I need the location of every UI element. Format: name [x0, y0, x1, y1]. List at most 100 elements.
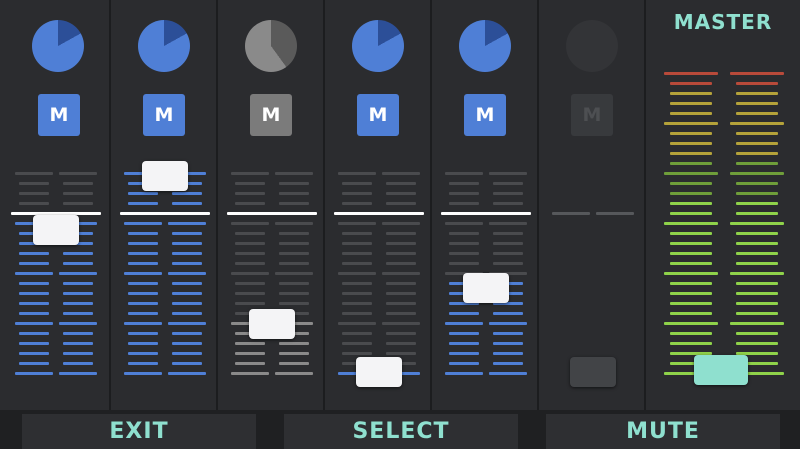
meter-tick	[279, 192, 309, 195]
master-meter-tick	[670, 292, 712, 295]
select-button[interactable]: SELECT	[284, 414, 518, 449]
channel-fader[interactable]	[356, 357, 402, 387]
master-meter-tick	[736, 292, 778, 295]
meter-tick	[386, 252, 416, 255]
meter-tick	[279, 182, 309, 185]
meter-tick	[235, 202, 265, 205]
meter-tick	[128, 292, 158, 295]
meter-tick	[128, 232, 158, 235]
meter-tick	[15, 272, 53, 275]
meter-tick	[342, 292, 372, 295]
master-meter-tick	[736, 202, 778, 205]
meter-tick	[338, 272, 376, 275]
master-meter-tick	[736, 212, 778, 215]
master-meter-tick	[736, 132, 778, 135]
meter-tick	[556, 312, 586, 315]
master-meter-tick	[736, 262, 778, 265]
meter-tick	[124, 272, 162, 275]
meter-tick	[600, 302, 630, 305]
level-meter	[0, 0, 109, 410]
exit-button[interactable]: EXIT	[22, 414, 256, 449]
meter-tick	[168, 372, 206, 375]
meter-tick	[556, 242, 586, 245]
master-meter-tick	[736, 82, 778, 85]
meter-tick	[63, 292, 93, 295]
meter-tick	[172, 282, 202, 285]
meter-tick	[386, 242, 416, 245]
master-meter-tick	[730, 222, 784, 225]
meter-tick	[279, 202, 309, 205]
master-meter-tick	[670, 202, 712, 205]
master-meter-tick	[664, 272, 718, 275]
meter-tick	[235, 292, 265, 295]
master-meter-tick	[736, 242, 778, 245]
meter-tick	[342, 182, 372, 185]
meter-tick	[445, 372, 483, 375]
meter-tick	[556, 352, 586, 355]
channel-strip-4: M	[325, 0, 432, 410]
meter-tick	[128, 312, 158, 315]
master-meter-tick	[730, 272, 784, 275]
meter-tick	[445, 172, 483, 175]
meter-tick	[63, 342, 93, 345]
meter-tick	[63, 202, 93, 205]
level-meter	[539, 0, 644, 410]
master-fader[interactable]	[694, 355, 748, 385]
meter-tick	[449, 202, 479, 205]
meter-tick	[493, 362, 523, 365]
master-meter-tick	[664, 322, 718, 325]
meter-tick	[279, 342, 309, 345]
meter-tick	[235, 262, 265, 265]
meter-tick	[552, 272, 590, 275]
channel-strip-3: M	[218, 0, 325, 410]
meter-tick	[231, 172, 269, 175]
meter-tick	[556, 342, 586, 345]
meter-tick	[63, 192, 93, 195]
meter-tick	[235, 362, 265, 365]
meter-tick	[386, 342, 416, 345]
meter-tick	[15, 372, 53, 375]
meter-tick	[556, 192, 586, 195]
meter-tick	[600, 282, 630, 285]
meter-tick	[338, 322, 376, 325]
meter-tick	[19, 362, 49, 365]
master-meter-tick	[670, 192, 712, 195]
meter-tick	[279, 232, 309, 235]
meter-tick	[342, 192, 372, 195]
master-meter-tick	[670, 212, 712, 215]
master-meter-tick	[670, 242, 712, 245]
meter-tick	[172, 242, 202, 245]
meter-tick	[172, 352, 202, 355]
bottom-bar: EXIT SELECT MUTE	[0, 410, 800, 449]
meter-tick	[59, 172, 97, 175]
meter-tick	[552, 222, 590, 225]
meter-tick	[596, 222, 634, 225]
meter-tick	[556, 252, 586, 255]
meter-tick	[556, 182, 586, 185]
meter-tick	[552, 212, 590, 215]
channel-fader[interactable]	[249, 309, 295, 339]
meter-tick	[342, 242, 372, 245]
master-meter-tick	[736, 252, 778, 255]
meter-tick	[19, 202, 49, 205]
channel-fader[interactable]	[463, 273, 509, 303]
channel-fader[interactable]	[33, 215, 79, 245]
meter-tick	[128, 332, 158, 335]
master-meter-tick	[736, 92, 778, 95]
meter-tick	[489, 172, 527, 175]
meter-tick	[600, 232, 630, 235]
meter-tick	[386, 262, 416, 265]
meter-tick	[493, 312, 523, 315]
master-meter-tick	[670, 92, 712, 95]
meter-tick	[449, 312, 479, 315]
meter-tick	[386, 352, 416, 355]
master-meter-tick	[670, 152, 712, 155]
channel-strip-5: M	[432, 0, 539, 410]
channel-fader[interactable]	[142, 161, 188, 191]
mute-all-button[interactable]: MUTE	[546, 414, 780, 449]
meter-tick	[172, 362, 202, 365]
meter-tick	[63, 182, 93, 185]
meter-tick	[19, 302, 49, 305]
meter-tick	[128, 252, 158, 255]
master-meter-tick	[736, 232, 778, 235]
